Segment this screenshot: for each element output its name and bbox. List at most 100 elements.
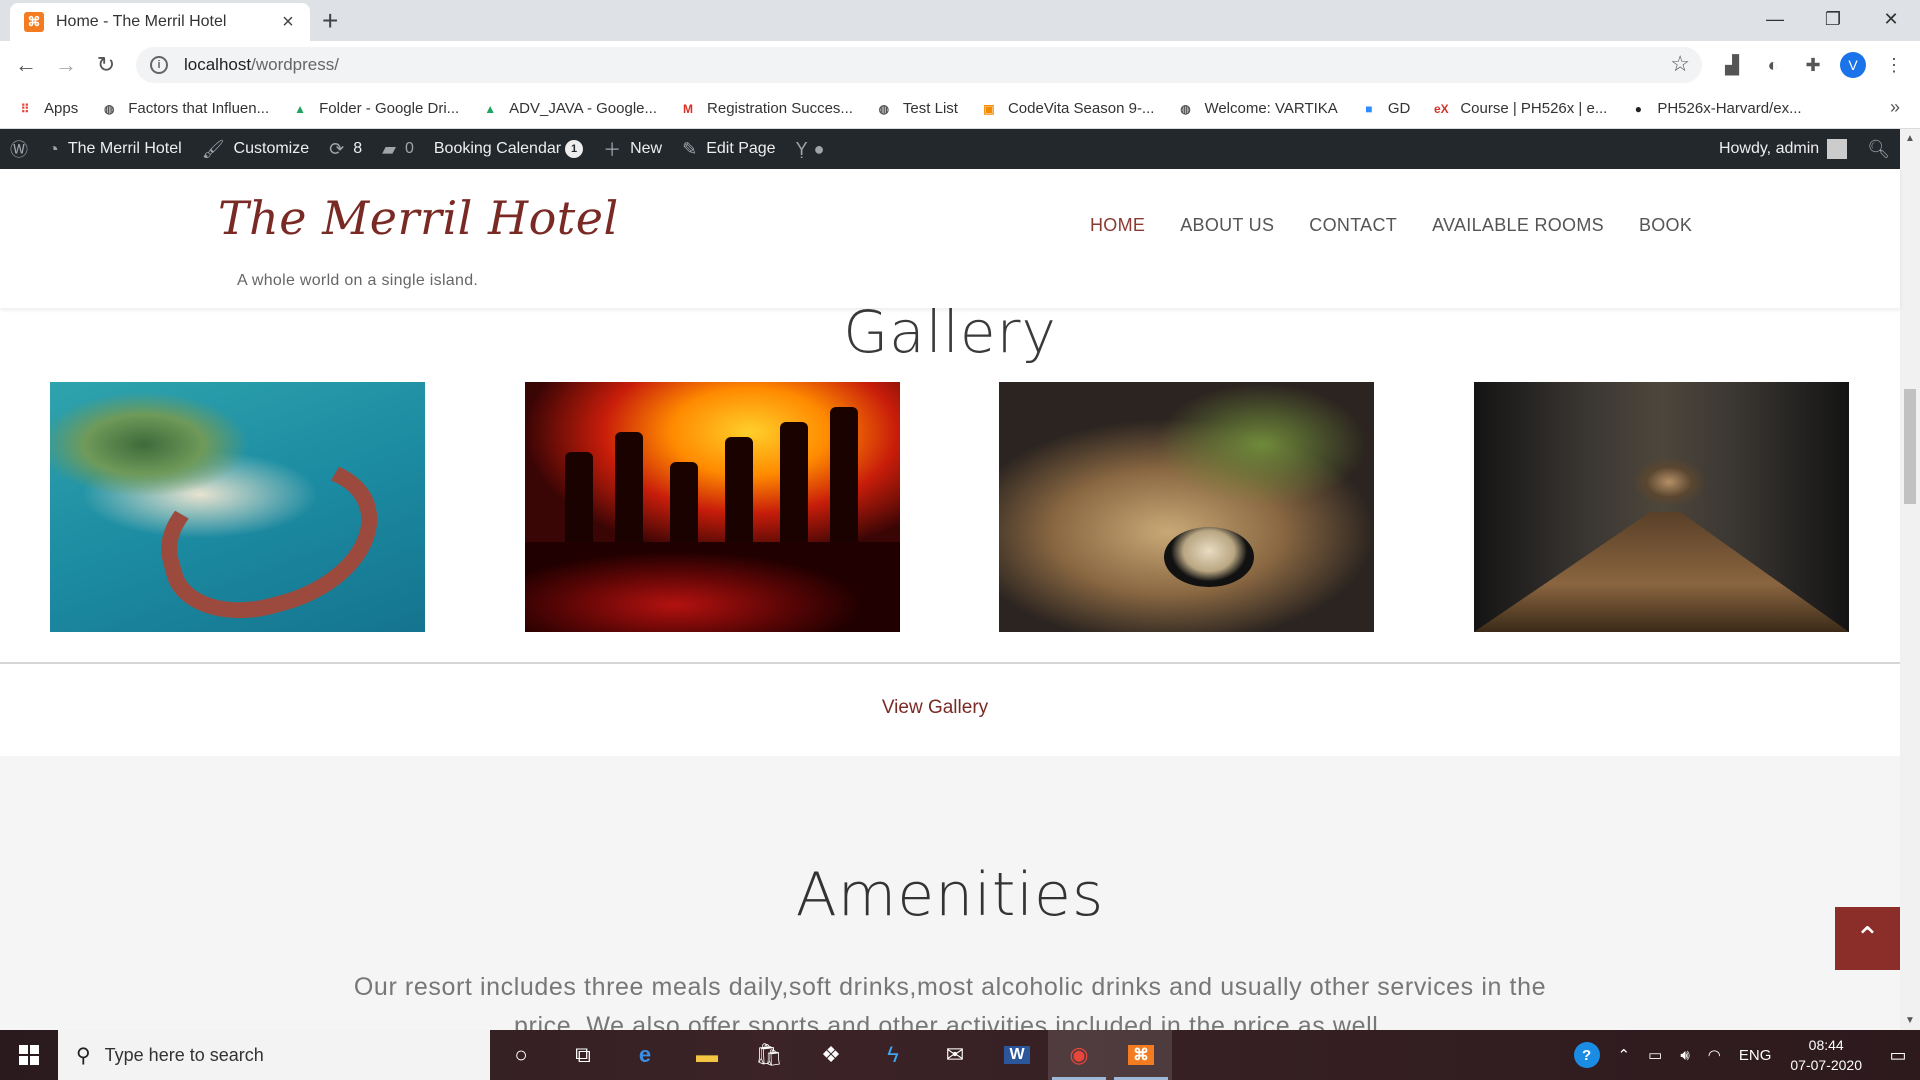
island-resort-image[interactable] [50,382,425,632]
nav-item-home[interactable]: HOME [1090,215,1145,236]
nav-item-contact[interactable]: CONTACT [1309,215,1397,236]
food-plate-image[interactable] [999,382,1374,632]
bookmark-item[interactable]: ◍ Factors that Influen... [100,100,269,118]
site-info-icon[interactable]: i [150,56,168,74]
bookmark-item[interactable]: ◍ Welcome: VARTIKA [1176,100,1338,118]
extension-circle-icon[interactable]: ◐ [1759,51,1787,79]
nav-item-about-us[interactable]: ABOUT US [1180,215,1274,236]
bookmarks-overflow-icon[interactable]: » [1890,97,1900,118]
corridor-floor-shape [1474,512,1849,632]
vscode-app[interactable]: ϟ [862,1030,924,1080]
help-icon[interactable]: ? [1573,1042,1600,1068]
extensions-puzzle-icon[interactable]: ✚ [1799,51,1827,79]
battery-icon[interactable]: ▭ [1648,1046,1662,1064]
comment-bubble-icon: ▰ [382,138,396,159]
overwater-villas-shape [144,436,396,632]
chrome-app[interactable]: ◉ [1048,1030,1110,1080]
customize-link[interactable]: 🖌 Customize [192,129,319,169]
yoast-seo-button[interactable]: Ỵ ● [786,129,835,169]
chevron-up-icon[interactable]: ⌃ [1618,1046,1631,1064]
scrollbar-thumb[interactable] [1904,389,1916,504]
bookmark-item[interactable]: ◍ Test List [875,100,958,118]
bookmark-item[interactable]: M Registration Succes... [679,100,853,118]
view-gallery-link[interactable]: View Gallery [0,697,1870,719]
main-navigation: HOME ABOUT US CONTACT AVAILABLE ROOMS BO… [1090,215,1727,236]
url-text[interactable]: localhost/wordpress/ [184,55,339,75]
edx-icon: eX [1433,101,1449,116]
new-content-link[interactable]: ＋ New [593,129,672,169]
profile-avatar[interactable]: V [1840,52,1866,78]
file-explorer-app[interactable]: ▬ [676,1030,738,1080]
reload-icon[interactable]: ↻ [90,49,122,81]
edge-app[interactable]: e [614,1030,676,1080]
dropbox-app[interactable]: ❖ [800,1030,862,1080]
forward-arrow-icon[interactable]: → [50,49,82,81]
nav-item-book[interactable]: BOOK [1639,215,1692,236]
xampp-app[interactable]: ⌘ [1110,1030,1172,1080]
word-icon: W [1004,1046,1030,1064]
clock-date: 07-07-2020 [1790,1057,1862,1073]
back-arrow-icon[interactable]: ← [10,49,42,81]
word-app[interactable]: W [986,1030,1048,1080]
comments-link[interactable]: ▰ 0 [372,129,424,169]
bookmark-item[interactable]: ⠿ Apps [16,100,79,118]
bookmarks-bar: ⠿ Apps ◍ Factors that Influen... ▲ Folder - G… [0,89,1920,129]
yoast-icon: Ỵ [795,138,808,159]
updates-link[interactable]: ⟳ 8 [319,129,372,169]
site-tagline: A whole world on a single island. [237,272,479,289]
bookmark-label: ADV_JAVA - Google... [509,100,658,117]
booking-calendar-link[interactable]: Booking Calendar 1 [424,129,593,169]
extension-chart-icon[interactable]: ▟ [1718,51,1746,79]
page-scrollbar[interactable]: ▲ ▼ [1900,129,1920,1030]
my-account-link[interactable]: Howdy, admin [1709,129,1857,169]
bookmark-item[interactable]: ● PH526x-Harvard/ex... [1629,100,1802,118]
browser-tab-active[interactable]: ⌘ Home - The Merril Hotel × [10,3,310,41]
booking-badge: 1 [565,140,584,158]
customize-label: Customize [233,140,310,157]
google-drive-icon: ▲ [484,101,497,116]
restore-icon[interactable]: ❐ [1804,0,1862,38]
bookmark-star-icon[interactable]: ☆ [1670,51,1690,77]
tab-close-icon[interactable]: × [278,11,298,34]
dropbox-icon: ❖ [821,1042,841,1067]
bookmark-label: CodeVita Season 9-... [1007,100,1155,117]
bookmark-item[interactable]: eX Course | PH526x | e... [1432,100,1607,118]
notification-icon[interactable]: ▭ [1876,1045,1920,1066]
edit-page-link[interactable]: ✎ Edit Page [672,129,785,169]
admin-search-button[interactable]: 🔍︎ [1857,129,1900,169]
mail-app[interactable]: ✉ [924,1030,986,1080]
language-indicator[interactable]: ENG [1739,1047,1772,1064]
scroll-down-arrow-icon[interactable]: ▼ [1905,1015,1915,1026]
clock[interactable]: 08:44 07-07-2020 [1790,1035,1862,1075]
wordpress-logo-button[interactable]: Ⓦ [0,129,38,169]
bookmark-item[interactable]: ▲ ADV_JAVA - Google... [481,100,657,118]
hotel-corridor-image[interactable] [1474,382,1849,632]
bookmark-label: Folder - Google Dri... [319,100,460,117]
bookmark-label: Course | PH526x | e... [1460,100,1608,117]
minimize-icon[interactable]: — [1746,0,1804,38]
updates-icon: ⟳ [329,138,345,159]
site-title[interactable]: The Merril Hotel [218,191,619,245]
task-view-button[interactable]: ⧉ [552,1030,614,1080]
nav-item-available-rooms[interactable]: AVAILABLE ROOMS [1432,215,1604,236]
bar-bottles-image[interactable] [525,382,900,632]
taskbar-search-box[interactable]: ⚲ Type here to search [58,1030,490,1080]
bookmark-item[interactable]: ▲ Folder - Google Dri... [291,100,459,118]
menu-kebab-icon[interactable]: ⋮ [1880,51,1908,79]
back-to-top-button[interactable]: ⌃ [1835,907,1900,970]
address-bar[interactable]: i localhost/wordpress/ ☆ [136,47,1702,83]
new-tab-button[interactable]: + [322,7,338,35]
bookmark-label: Registration Succes... [707,100,853,117]
bookmark-item[interactable]: ▣ CodeVita Season 9-... [980,100,1154,118]
cortana-circle-icon: ○ [514,1042,528,1067]
site-name-link[interactable]: ◔ The Merril Hotel [38,129,192,169]
store-app[interactable]: 🛍︎ [738,1030,800,1080]
cortana-button[interactable]: ○ [490,1030,552,1080]
start-button[interactable] [0,1030,58,1080]
scroll-up-arrow-icon[interactable]: ▲ [1905,133,1915,144]
close-window-icon[interactable]: ✕ [1862,0,1920,38]
bookmark-label: Welcome: VARTIKA [1204,100,1338,117]
speaker-icon[interactable]: 🔊︎ [1680,1047,1689,1064]
bookmark-item[interactable]: ■ GD [1360,100,1410,118]
wifi-icon[interactable]: ◠ [1708,1046,1721,1064]
